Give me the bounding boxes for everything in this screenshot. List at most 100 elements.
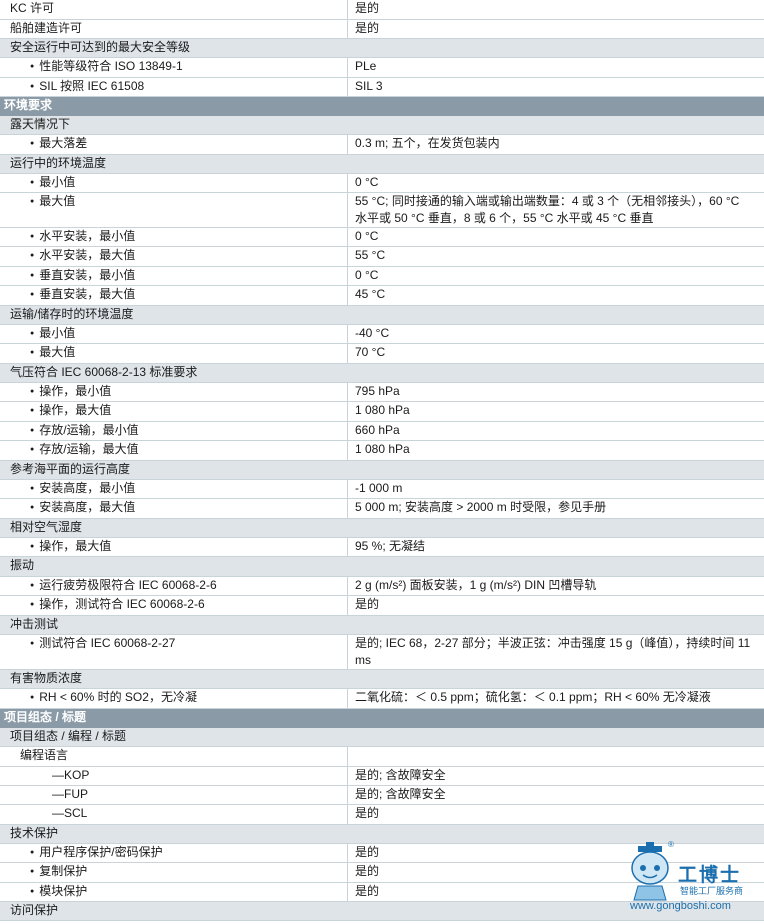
spec-label: 运行疲劳极限符合 IEC 60068-2-6 <box>0 577 347 595</box>
spec-label: 模块保护 <box>0 883 347 901</box>
spec-row: 船舶建造许可 是的 <box>0 20 764 39</box>
spec-row: 编程语言 <box>0 747 764 767</box>
spec-value: 45 °C <box>347 286 764 305</box>
spec-label: 相对空气湿度 <box>10 520 83 534</box>
spec-row: 运行疲劳极限符合 IEC 60068-2-62 g (m/s²) 面板安装，1 … <box>0 577 764 596</box>
spec-label: RH < 60% 时的 SO2，无冷凝 <box>0 689 347 708</box>
spec-value <box>347 670 764 688</box>
spec-value: 二氧化硫：＜ 0.5 ppm；硫化氢：＜ 0.1 ppm；RH < 60% 无冷… <box>347 689 764 708</box>
spec-value: 是的; IEC 68，2-27 部分；半波正弦：冲击强度 15 g（峰值），持续… <box>347 635 764 669</box>
spec-label: 水平安装，最小值 <box>0 228 347 246</box>
spec-label: 最小值 <box>0 174 347 192</box>
spec-label: 性能等级符合 ISO 13849-1 <box>0 58 347 77</box>
spec-label: 有害物质浓度 <box>10 671 83 685</box>
spec-row: 最大值70 °C <box>0 344 764 364</box>
spec-value: 是的 <box>347 0 764 19</box>
spec-row: RH < 60% 时的 SO2，无冷凝二氧化硫：＜ 0.5 ppm；硫化氢：＜ … <box>0 689 764 709</box>
brand-name: 工博士 <box>678 864 742 886</box>
spec-value: 1 080 hPa <box>347 441 764 460</box>
spec-row: 最大值55 °C; 同时接通的输入端或输出端数量：4 或 3 个（无相邻接头），… <box>0 193 764 228</box>
spec-value: 795 hPa <box>347 383 764 401</box>
spec-row: 水平安装，最大值55 °C <box>0 247 764 267</box>
spec-value <box>347 728 764 746</box>
watermark: ® 工博士 智能工厂服务商 www.gongboshi.com <box>622 838 762 920</box>
spec-label: 访问保护 <box>10 903 59 917</box>
spec-label: 用户程序保护/密码保护 <box>0 844 347 862</box>
spec-label: 垂直安装，最小值 <box>0 267 347 285</box>
spec-value: 660 hPa <box>347 422 764 440</box>
spec-label: 船舶建造许可 <box>10 21 83 35</box>
spec-value: 0 °C <box>347 174 764 192</box>
spec-label: 操作，最大值 <box>0 538 347 556</box>
spec-row: 垂直安装，最大值45 °C <box>0 286 764 306</box>
spec-label: 操作，测试符合 IEC 60068-2-6 <box>0 596 347 615</box>
spec-value <box>347 364 764 382</box>
group-header: 冲击测试 <box>0 616 764 635</box>
spec-label: 操作，最小值 <box>0 383 347 401</box>
group-header: 露天情况下 <box>0 116 764 135</box>
spec-value: 0.3 m; 五个，在发货包装内 <box>347 135 764 154</box>
spec-value <box>347 461 764 479</box>
spec-value <box>347 747 764 766</box>
spec-value: -40 °C <box>347 325 764 343</box>
spec-value <box>347 306 764 324</box>
spec-row: SCL是的 <box>0 805 764 825</box>
section-header: 环境要求 <box>0 97 764 116</box>
spec-row: KOP是的; 含故障安全 <box>0 767 764 786</box>
section-header: 项目组态 / 标题 <box>0 709 764 728</box>
spec-value: PLe <box>347 58 764 77</box>
spec-value: 是的; 含故障安全 <box>347 786 764 804</box>
spec-label: 最大值 <box>0 344 347 363</box>
spec-row: 操作，最大值1 080 hPa <box>0 402 764 422</box>
spec-label: SCL <box>0 805 347 824</box>
spec-row: 操作，最大值95 %; 无凝结 <box>0 538 764 557</box>
spec-row: 操作，最小值795 hPa <box>0 383 764 402</box>
spec-row: 安装高度，最大值5 000 m; 安装高度 > 2000 m 时受限，参见手册 <box>0 499 764 519</box>
group-header: 气压符合 IEC 60068-2-13 标准要求 <box>0 364 764 383</box>
spec-row: SIL 按照 IEC 61508SIL 3 <box>0 78 764 97</box>
spec-label: 垂直安装，最大值 <box>0 286 347 305</box>
spec-label: 安装高度，最大值 <box>0 499 347 518</box>
spec-label: 运输/储存时的环境温度 <box>10 307 134 321</box>
spec-value <box>347 519 764 537</box>
group-header: 安全运行中可达到的最大安全等级 <box>0 39 764 58</box>
spec-label: KC 许可 <box>10 1 55 15</box>
spec-label: 复制保护 <box>0 863 347 882</box>
spec-label: 露天情况下 <box>10 117 71 131</box>
spec-label: 操作，最大值 <box>0 402 347 421</box>
spec-label: 技术保护 <box>10 826 59 840</box>
spec-label: 水平安装，最大值 <box>0 247 347 266</box>
spec-row: 测试符合 IEC 60068-2-27是的; IEC 68，2-27 部分；半波… <box>0 635 764 670</box>
spec-value: 1 080 hPa <box>347 402 764 421</box>
registered-mark: ® <box>668 840 674 849</box>
spec-label: 振动 <box>10 558 35 572</box>
group-header: 运行中的环境温度 <box>0 155 764 174</box>
spec-row: 存放/运输，最大值1 080 hPa <box>0 441 764 461</box>
group-header: 运输/储存时的环境温度 <box>0 306 764 325</box>
spec-row: KC 许可 是的 <box>0 0 764 20</box>
spec-value: 95 %; 无凝结 <box>347 538 764 556</box>
group-header: 参考海平面的运行高度 <box>0 461 764 480</box>
group-header: 有害物质浓度 <box>0 670 764 689</box>
spec-value: 0 °C <box>347 228 764 246</box>
spec-value: 5 000 m; 安装高度 > 2000 m 时受限，参见手册 <box>347 499 764 518</box>
group-header: 振动 <box>0 557 764 577</box>
spec-value <box>347 557 764 576</box>
spec-label: 最小值 <box>0 325 347 343</box>
spec-row: FUP是的; 含故障安全 <box>0 786 764 805</box>
spec-table: KC 许可是的船舶建造许可是的安全运行中可达到的最大安全等级性能等级符合 ISO… <box>0 0 764 921</box>
spec-value: -1 000 m <box>347 480 764 498</box>
spec-label: 存放/运输，最大值 <box>0 441 347 460</box>
group-header: 项目组态 / 编程 / 标题 <box>0 728 764 747</box>
spec-label: 安全运行中可达到的最大安全等级 <box>10 40 191 54</box>
spec-label: 存放/运输，最小值 <box>0 422 347 440</box>
spec-value <box>347 39 764 57</box>
spec-label: SIL 按照 IEC 61508 <box>0 78 347 96</box>
spec-label: 测试符合 IEC 60068-2-27 <box>0 635 347 669</box>
spec-row: 安装高度，最小值-1 000 m <box>0 480 764 499</box>
spec-value: 是的; 含故障安全 <box>347 767 764 785</box>
spec-label: 项目组态 / 编程 / 标题 <box>10 729 127 743</box>
spec-label: 编程语言 <box>20 748 69 762</box>
spec-value: 70 °C <box>347 344 764 363</box>
spec-value: 是的 <box>347 596 764 615</box>
